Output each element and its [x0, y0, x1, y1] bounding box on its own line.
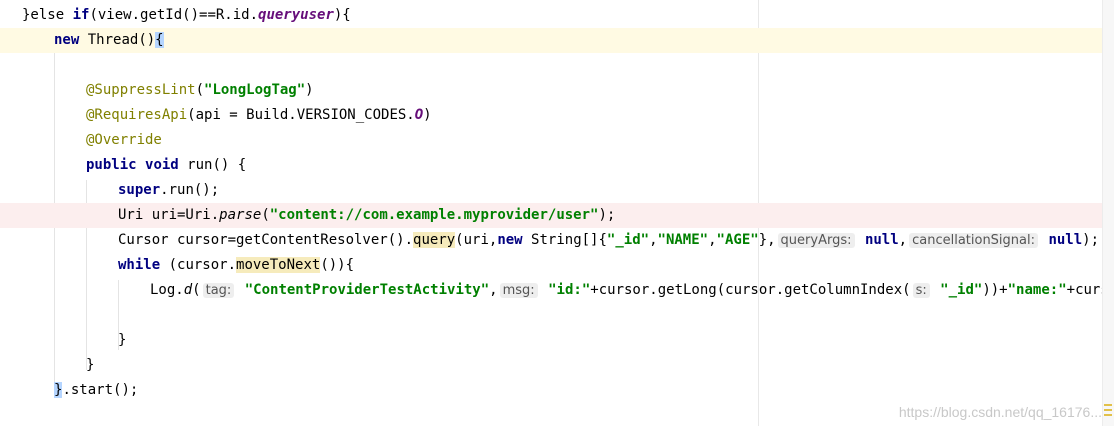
code-line-3[interactable] — [0, 53, 1102, 78]
code-token: , — [708, 232, 717, 248]
code-token: Uri uri=Uri. — [118, 207, 220, 223]
code-line-7[interactable]: public void run() { — [0, 153, 1102, 178]
code-line-8[interactable]: super.run(); — [0, 178, 1102, 203]
code-line-2[interactable]: new Thread(){ — [0, 28, 1102, 53]
param-hint: tag: — [202, 283, 235, 298]
string-token: "ContentProviderTestActivity" — [244, 282, 490, 298]
code-token: (view.getId()==R.id. — [89, 7, 259, 23]
code-token: run() { — [178, 157, 247, 173]
keyword-token: new — [54, 32, 80, 48]
vertical-scrollbar[interactable] — [1102, 0, 1114, 426]
code-line-14[interactable]: } — [0, 328, 1102, 353]
method-token: query — [413, 232, 456, 248]
field-token: queryuser — [258, 7, 334, 23]
code-token: String[]{ — [522, 232, 607, 248]
keyword-token: void — [145, 157, 179, 173]
code-token: .run(); — [160, 182, 220, 198]
code-token: ) — [305, 82, 314, 98]
code-token: ( — [195, 82, 205, 98]
string-token: "NAME" — [657, 232, 709, 248]
string-token: "_id" — [606, 232, 650, 248]
code-token: (api = Build.VERSION_CODES. — [187, 107, 415, 123]
code-token: ))+ — [982, 282, 1008, 298]
code-token: () — [138, 32, 156, 48]
warning-marker[interactable] — [1104, 409, 1112, 411]
code-token: , — [649, 232, 658, 248]
string-token: "AGE" — [716, 232, 759, 248]
string-token: "_id" — [940, 282, 983, 298]
code-token: Cursor cursor=getContentResolver(). — [118, 232, 414, 248]
annotation-token: @RequiresApi — [86, 107, 188, 123]
annotation-token: @Override — [86, 132, 162, 148]
code-token: ( — [261, 207, 270, 223]
code-token: (cursor. — [160, 257, 237, 273]
code-token: } — [118, 332, 127, 348]
param-hint: s: — [912, 283, 930, 298]
code-line-6[interactable]: @Override — [0, 128, 1102, 153]
watermark: https://blog.csdn.net/qq_16176... — [898, 404, 1102, 420]
annotation-token: @SuppressLint — [86, 82, 196, 98]
field-token: O — [414, 107, 424, 123]
code-token: ) — [423, 107, 432, 123]
code-token: }, — [758, 232, 776, 248]
keyword-token: new — [497, 232, 523, 248]
string-token: "name:" — [1007, 282, 1067, 298]
code-token: ( — [192, 282, 201, 298]
keyword-token: null — [1048, 232, 1083, 248]
code-token: Thread — [79, 32, 139, 48]
keyword-token: null — [864, 232, 899, 248]
code-line-15[interactable]: } — [0, 353, 1102, 378]
code-line-11[interactable]: while (cursor.moveToNext()){ — [0, 253, 1102, 278]
code-line-4[interactable]: @SuppressLint("LongLogTag") — [0, 78, 1102, 103]
code-token: } — [86, 357, 95, 373]
code-token: ){ — [333, 7, 351, 23]
code-line-5[interactable]: @RequiresApi(api = Build.VERSION_CODES.O… — [0, 103, 1102, 128]
code-token: Log. — [150, 282, 184, 298]
param-hint: queryArgs: — [777, 233, 855, 248]
code-line-16[interactable]: }.start(); — [0, 378, 1102, 403]
code-editor[interactable]: }else if(view.getId()==R.id.queryuser){ … — [0, 0, 1114, 426]
code-token: , — [489, 282, 498, 298]
code-line-10[interactable]: Cursor cursor=getContentResolver().query… — [0, 228, 1102, 253]
code-token: , — [898, 232, 908, 248]
code-token: }else — [22, 7, 73, 23]
keyword-token: if — [72, 7, 90, 23]
code-line-12[interactable]: Log.d(tag: "ContentProviderTestActivity"… — [0, 278, 1109, 303]
string-token: "content://com.example.myprovider/user" — [269, 207, 599, 223]
param-hint: cancellationSignal: — [909, 233, 1038, 248]
param-hint: msg: — [499, 283, 538, 298]
code-token: ()){ — [320, 257, 355, 273]
matched-brace: { — [155, 32, 164, 48]
keyword-token: super — [118, 182, 161, 198]
warning-marker[interactable] — [1104, 404, 1112, 406]
code-line-9[interactable]: Uri uri=Uri.parse("content://com.example… — [0, 203, 1102, 228]
code-token: +cursor.getLong(cursor.getColumnIndex( — [590, 282, 911, 298]
code-token: .start(); — [62, 382, 139, 398]
code-token: ); — [1082, 232, 1100, 248]
code-line-13[interactable] — [0, 303, 1102, 328]
keyword-token: public — [86, 157, 137, 173]
string-token: "LongLogTag" — [204, 82, 306, 98]
method-token: moveToNext — [236, 257, 321, 273]
method-token: d — [183, 282, 193, 298]
warning-marker[interactable] — [1104, 414, 1112, 416]
code-token: (uri, — [455, 232, 498, 248]
code-line-1[interactable]: }else if(view.getId()==R.id.queryuser){ — [0, 3, 1102, 28]
keyword-token: while — [118, 257, 161, 273]
method-token: parse — [219, 207, 262, 223]
string-token: "id:" — [548, 282, 591, 298]
code-token: ); — [598, 207, 616, 223]
